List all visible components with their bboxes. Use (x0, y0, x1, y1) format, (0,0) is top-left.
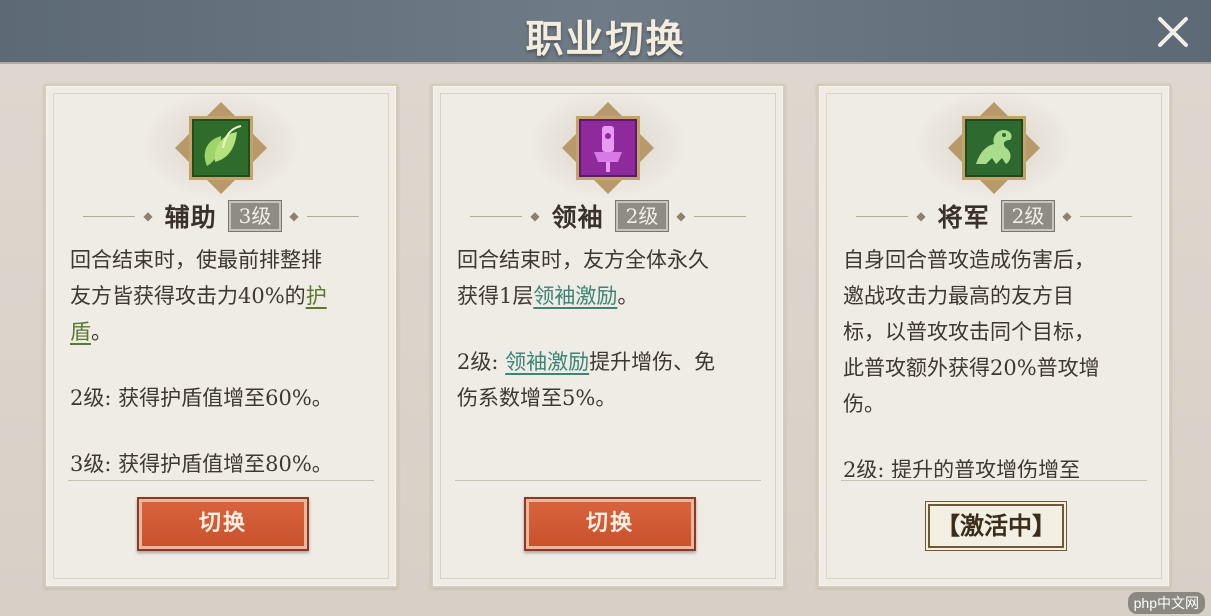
desc-line: 3级: 获得护盾值增至80%。 (70, 452, 333, 476)
shield-keyword[interactable]: 护 (306, 284, 327, 308)
desc-line: 2级: 提升的普攻增伤增至 (843, 458, 1081, 478)
header-bar: 职业切换 (0, 0, 1211, 64)
close-icon (1158, 17, 1188, 47)
page-title: 职业切换 (525, 16, 686, 61)
desc-line: 邀战攻击力最高的友方目 (843, 284, 1074, 308)
close-button[interactable] (1153, 12, 1193, 52)
leaves-icon (173, 100, 269, 196)
job-title-row: ◆ 领袖 2级 ◆ (433, 200, 783, 232)
banner-icon (560, 100, 656, 196)
job-name: 辅助 (164, 203, 217, 232)
job-description: 回合结束时，使最前排整排 友方皆获得攻击力40%的护 盾。 2级: 获得护盾值增… (70, 242, 376, 478)
desc-line: 此普攻额外获得20%普攻增 (843, 356, 1100, 380)
job-description: 回合结束时，友方全体永久 获得1层领袖激励。 2级: 领袖激励提升增伤、免 伤系… (457, 242, 763, 478)
desc-line: 标，以普攻攻击同个目标， (843, 320, 1095, 344)
job-title-row: ◆ 辅助 3级 ◆ (46, 200, 396, 232)
switch-button[interactable]: 切换 (524, 497, 696, 551)
job-name: 领袖 (551, 203, 604, 232)
job-card-support: ◆ 辅助 3级 ◆ 回合结束时，使最前排整排 友方皆获得攻击力40%的护 盾。 … (44, 84, 398, 588)
desc-line: 2级: 获得护盾值增至60%。 (70, 386, 333, 410)
desc-line: 伤。 (843, 392, 885, 416)
divider (68, 480, 374, 481)
job-name: 将军 (937, 203, 990, 232)
level-badge: 3级 (228, 201, 282, 231)
job-card-leader: ◆ 领袖 2级 ◆ 回合结束时，友方全体永久 获得1层领袖激励。 2级: 领袖激… (431, 84, 785, 588)
watermark-logo: php中文网 (1127, 592, 1205, 614)
leader-inspire-keyword[interactable]: 领袖激励 (533, 284, 617, 308)
divider (455, 480, 761, 481)
desc-line: 2级: 领袖激励提升增伤、免 (457, 350, 716, 374)
desc-line: 回合结束时，友方全体永久 (457, 248, 709, 272)
switch-button[interactable]: 切换 (137, 497, 309, 551)
beast-icon (946, 100, 1042, 196)
divider (841, 480, 1147, 481)
desc-line: 友方皆获得攻击力40%的护 (70, 284, 327, 308)
desc-line: 伤系数增至5%。 (457, 386, 617, 410)
active-status-badge: 【激活中】 (928, 504, 1064, 548)
level-badge: 2级 (615, 201, 669, 231)
job-title-row: ◆ 将军 2级 ◆ (819, 200, 1169, 232)
leader-inspire-keyword[interactable]: 领袖激励 (505, 350, 589, 374)
desc-line: 盾。 (70, 320, 112, 344)
desc-line: 自身回合普攻造成伤害后， (843, 248, 1095, 272)
shield-keyword[interactable]: 盾 (70, 320, 91, 344)
job-description: 自身回合普攻造成伤害后， 邀战攻击力最高的友方目 标，以普攻攻击同个目标， 此普… (843, 242, 1149, 478)
job-switch-panel: 职业切换 ◆ 辅助 3级 ◆ 回合结束时，使最前排整排 友方皆获得攻击力40%的… (0, 0, 1211, 616)
level-badge: 2级 (1001, 201, 1055, 231)
desc-line: 获得1层领袖激励。 (457, 284, 639, 308)
job-card-general: ◆ 将军 2级 ◆ 自身回合普攻造成伤害后， 邀战攻击力最高的友方目 标，以普攻… (817, 84, 1171, 588)
desc-line: 回合结束时，使最前排整排 (70, 248, 322, 272)
